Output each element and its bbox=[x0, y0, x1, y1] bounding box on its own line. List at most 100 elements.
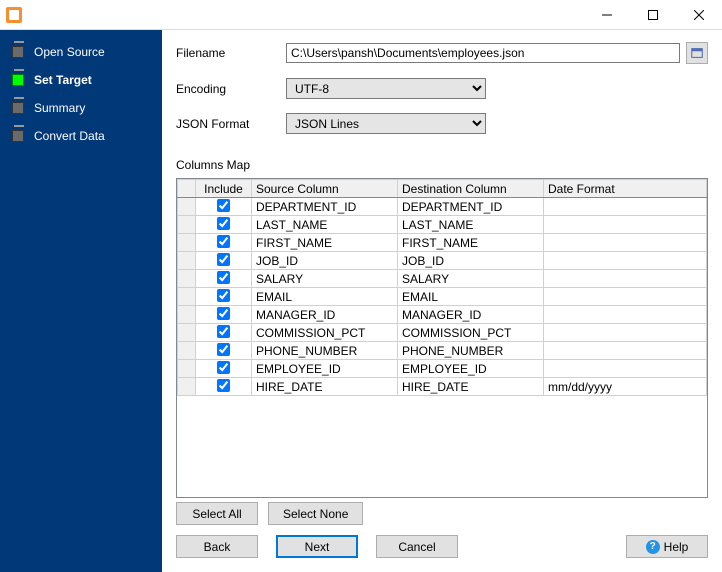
json-format-select[interactable]: JSON Lines bbox=[286, 113, 486, 134]
source-column-cell[interactable]: PHONE_NUMBER bbox=[252, 342, 398, 360]
row-header[interactable] bbox=[178, 306, 196, 324]
row-header[interactable] bbox=[178, 342, 196, 360]
include-checkbox[interactable] bbox=[217, 361, 230, 374]
help-button[interactable]: ? Help bbox=[626, 535, 708, 558]
row-header[interactable] bbox=[178, 252, 196, 270]
date-format-cell[interactable]: mm/dd/yyyy bbox=[544, 378, 707, 396]
source-column-cell[interactable]: SALARY bbox=[252, 270, 398, 288]
table-row[interactable]: EMPLOYEE_IDEMPLOYEE_ID bbox=[178, 360, 707, 378]
source-column-cell[interactable]: COMMISSION_PCT bbox=[252, 324, 398, 342]
col-header-include[interactable]: Include bbox=[196, 180, 252, 198]
date-format-cell[interactable] bbox=[544, 252, 707, 270]
date-format-cell[interactable] bbox=[544, 288, 707, 306]
maximize-button[interactable] bbox=[630, 0, 676, 30]
wizard-step-convert-data[interactable]: Convert Data bbox=[0, 122, 162, 150]
destination-column-cell[interactable]: HIRE_DATE bbox=[398, 378, 544, 396]
row-header[interactable] bbox=[178, 378, 196, 396]
include-checkbox[interactable] bbox=[217, 217, 230, 230]
source-column-cell[interactable]: JOB_ID bbox=[252, 252, 398, 270]
table-row[interactable]: DEPARTMENT_IDDEPARTMENT_ID bbox=[178, 198, 707, 216]
include-cell[interactable] bbox=[196, 198, 252, 216]
destination-column-cell[interactable]: FIRST_NAME bbox=[398, 234, 544, 252]
encoding-select[interactable]: UTF-8 bbox=[286, 78, 486, 99]
back-button[interactable]: Back bbox=[176, 535, 258, 558]
destination-column-cell[interactable]: EMPLOYEE_ID bbox=[398, 360, 544, 378]
row-header[interactable] bbox=[178, 270, 196, 288]
include-checkbox[interactable] bbox=[217, 343, 230, 356]
include-cell[interactable] bbox=[196, 270, 252, 288]
table-row[interactable]: EMAILEMAIL bbox=[178, 288, 707, 306]
filename-label: Filename bbox=[176, 46, 286, 60]
destination-column-cell[interactable]: DEPARTMENT_ID bbox=[398, 198, 544, 216]
date-format-cell[interactable] bbox=[544, 342, 707, 360]
include-checkbox[interactable] bbox=[217, 271, 230, 284]
include-checkbox[interactable] bbox=[217, 379, 230, 392]
wizard-step-summary[interactable]: Summary bbox=[0, 94, 162, 122]
include-checkbox[interactable] bbox=[217, 253, 230, 266]
source-column-cell[interactable]: HIRE_DATE bbox=[252, 378, 398, 396]
include-cell[interactable] bbox=[196, 288, 252, 306]
col-header-date-format[interactable]: Date Format bbox=[544, 180, 707, 198]
table-row[interactable]: SALARYSALARY bbox=[178, 270, 707, 288]
close-button[interactable] bbox=[676, 0, 722, 30]
table-row[interactable]: COMMISSION_PCTCOMMISSION_PCT bbox=[178, 324, 707, 342]
row-header[interactable] bbox=[178, 288, 196, 306]
include-checkbox[interactable] bbox=[217, 307, 230, 320]
date-format-cell[interactable] bbox=[544, 234, 707, 252]
row-header[interactable] bbox=[178, 198, 196, 216]
source-column-cell[interactable]: LAST_NAME bbox=[252, 216, 398, 234]
destination-column-cell[interactable]: MANAGER_ID bbox=[398, 306, 544, 324]
wizard-step-open-source[interactable]: Open Source bbox=[0, 38, 162, 66]
source-column-cell[interactable]: MANAGER_ID bbox=[252, 306, 398, 324]
include-checkbox[interactable] bbox=[217, 289, 230, 302]
filename-input[interactable] bbox=[286, 43, 680, 63]
minimize-button[interactable] bbox=[584, 0, 630, 30]
include-cell[interactable] bbox=[196, 216, 252, 234]
include-cell[interactable] bbox=[196, 360, 252, 378]
next-button[interactable]: Next bbox=[276, 535, 358, 558]
table-row[interactable]: MANAGER_IDMANAGER_ID bbox=[178, 306, 707, 324]
date-format-cell[interactable] bbox=[544, 324, 707, 342]
include-cell[interactable] bbox=[196, 342, 252, 360]
columns-map-grid[interactable]: Include Source Column Destination Column… bbox=[176, 178, 708, 498]
include-cell[interactable] bbox=[196, 378, 252, 396]
row-header[interactable] bbox=[178, 324, 196, 342]
destination-column-cell[interactable]: LAST_NAME bbox=[398, 216, 544, 234]
include-cell[interactable] bbox=[196, 324, 252, 342]
table-row[interactable]: JOB_IDJOB_ID bbox=[178, 252, 707, 270]
row-header[interactable] bbox=[178, 360, 196, 378]
include-checkbox[interactable] bbox=[217, 235, 230, 248]
table-row[interactable]: FIRST_NAMEFIRST_NAME bbox=[178, 234, 707, 252]
browse-button[interactable] bbox=[686, 42, 708, 64]
source-column-cell[interactable]: DEPARTMENT_ID bbox=[252, 198, 398, 216]
date-format-cell[interactable] bbox=[544, 216, 707, 234]
include-checkbox[interactable] bbox=[217, 325, 230, 338]
include-cell[interactable] bbox=[196, 306, 252, 324]
include-cell[interactable] bbox=[196, 234, 252, 252]
date-format-cell[interactable] bbox=[544, 198, 707, 216]
source-column-cell[interactable]: FIRST_NAME bbox=[252, 234, 398, 252]
row-header[interactable] bbox=[178, 216, 196, 234]
include-cell[interactable] bbox=[196, 252, 252, 270]
col-header-destination[interactable]: Destination Column bbox=[398, 180, 544, 198]
col-header-source[interactable]: Source Column bbox=[252, 180, 398, 198]
wizard-step-set-target[interactable]: Set Target bbox=[0, 66, 162, 94]
destination-column-cell[interactable]: EMAIL bbox=[398, 288, 544, 306]
date-format-cell[interactable] bbox=[544, 306, 707, 324]
table-row[interactable]: PHONE_NUMBERPHONE_NUMBER bbox=[178, 342, 707, 360]
include-checkbox[interactable] bbox=[217, 199, 230, 212]
table-row[interactable]: HIRE_DATEHIRE_DATEmm/dd/yyyy bbox=[178, 378, 707, 396]
row-header[interactable] bbox=[178, 234, 196, 252]
destination-column-cell[interactable]: COMMISSION_PCT bbox=[398, 324, 544, 342]
destination-column-cell[interactable]: SALARY bbox=[398, 270, 544, 288]
source-column-cell[interactable]: EMAIL bbox=[252, 288, 398, 306]
destination-column-cell[interactable]: JOB_ID bbox=[398, 252, 544, 270]
table-row[interactable]: LAST_NAMELAST_NAME bbox=[178, 216, 707, 234]
date-format-cell[interactable] bbox=[544, 360, 707, 378]
select-all-button[interactable]: Select All bbox=[176, 502, 258, 525]
date-format-cell[interactable] bbox=[544, 270, 707, 288]
destination-column-cell[interactable]: PHONE_NUMBER bbox=[398, 342, 544, 360]
source-column-cell[interactable]: EMPLOYEE_ID bbox=[252, 360, 398, 378]
select-none-button[interactable]: Select None bbox=[268, 502, 363, 525]
cancel-button[interactable]: Cancel bbox=[376, 535, 458, 558]
